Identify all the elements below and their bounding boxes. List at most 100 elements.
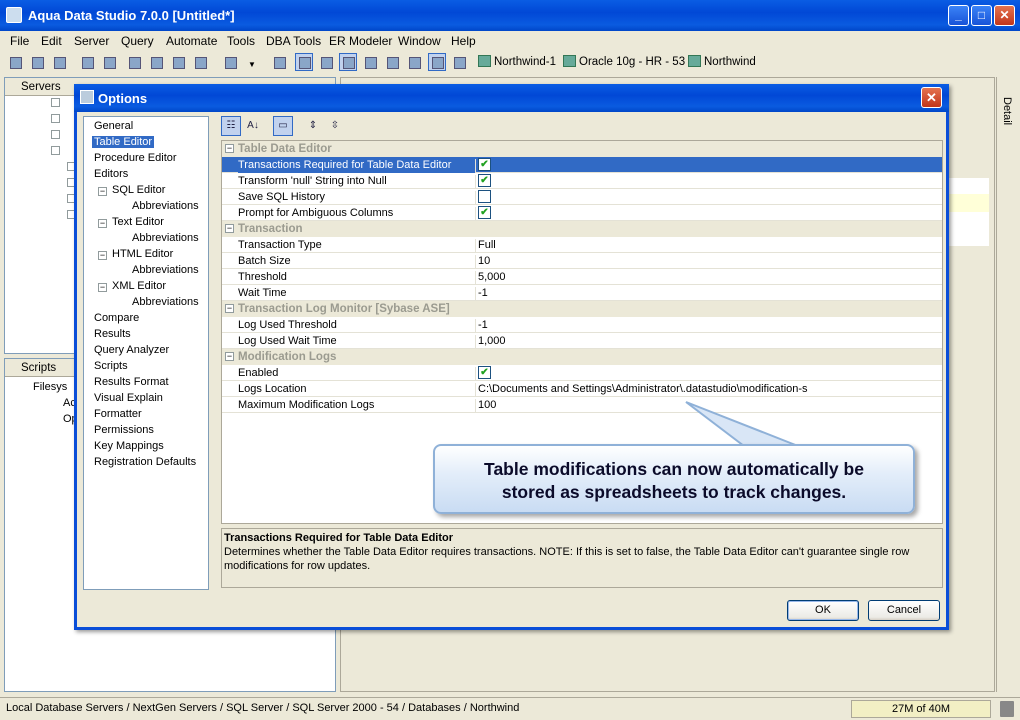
- connection-northwind-1[interactable]: Northwind-1: [478, 55, 556, 68]
- category-collapse-icon[interactable]: −: [225, 144, 234, 153]
- tree-expand-icon[interactable]: [51, 98, 60, 107]
- property-row[interactable]: Log Used Threshold -1: [222, 317, 942, 333]
- nav-item[interactable]: Abbreviations: [130, 232, 201, 244]
- property-value[interactable]: -1: [478, 319, 488, 331]
- nav-item[interactable]: Abbreviations: [130, 264, 201, 276]
- nav-item[interactable]: Formatter: [92, 408, 144, 420]
- property-row[interactable]: Enabled ✔: [222, 365, 942, 381]
- property-category[interactable]: − Table Data Editor: [222, 141, 942, 157]
- tree-expand-icon[interactable]: [51, 114, 60, 123]
- scripts-tree-item[interactable]: Filesys: [33, 381, 67, 393]
- property-value[interactable]: Full: [478, 239, 496, 251]
- nav-item[interactable]: Abbreviations: [130, 200, 201, 212]
- property-category[interactable]: − Transaction Log Monitor [Sybase ASE]: [222, 301, 942, 317]
- property-row[interactable]: Save SQL History: [222, 189, 942, 205]
- menu-query[interactable]: Query: [121, 34, 154, 48]
- text-view-icon[interactable]: [405, 53, 423, 71]
- property-checkbox[interactable]: [478, 190, 491, 203]
- property-row[interactable]: Log Used Wait Time 1,000: [222, 333, 942, 349]
- property-row[interactable]: Prompt for Ambiguous Columns ✔: [222, 205, 942, 221]
- menu-automate[interactable]: Automate: [166, 34, 217, 48]
- description-toggle-icon[interactable]: ▭: [273, 116, 293, 136]
- nav-item[interactable]: Key Mappings: [92, 440, 166, 452]
- property-row[interactable]: Logs Location C:\Documents and Settings\A…: [222, 381, 942, 397]
- tree-collapse-icon[interactable]: −: [98, 219, 107, 228]
- category-collapse-icon[interactable]: −: [225, 352, 234, 361]
- nav-item[interactable]: XML Editor: [110, 280, 168, 292]
- nav-item[interactable]: Query Analyzer: [92, 344, 171, 356]
- nav-item[interactable]: Compare: [92, 312, 141, 324]
- nav-item[interactable]: Editors: [92, 168, 130, 180]
- edit-server-icon[interactable]: [28, 53, 46, 71]
- nav-item[interactable]: Permissions: [92, 424, 156, 436]
- property-checkbox[interactable]: ✔: [478, 366, 491, 379]
- tree-collapse-icon[interactable]: −: [98, 251, 107, 260]
- nav-item[interactable]: General: [92, 120, 135, 132]
- script-icon[interactable]: [191, 53, 209, 71]
- property-row[interactable]: Transaction Type Full: [222, 237, 942, 253]
- nav-item[interactable]: Scripts: [92, 360, 130, 372]
- menu-edit[interactable]: Edit: [41, 34, 62, 48]
- ok-button[interactable]: OK: [787, 600, 859, 621]
- tree-collapse-icon[interactable]: −: [98, 283, 107, 292]
- dialog-title-bar[interactable]: Options ✕: [74, 84, 949, 112]
- menu-dba-tools[interactable]: DBA Tools: [266, 34, 321, 48]
- property-value[interactable]: 10: [478, 255, 490, 267]
- minimize-button[interactable]: _: [948, 5, 969, 26]
- menu-window[interactable]: Window: [398, 34, 441, 48]
- menu-server[interactable]: Server: [74, 34, 109, 48]
- nav-item[interactable]: Procedure Editor: [92, 152, 179, 164]
- compare-icon[interactable]: [147, 53, 165, 71]
- menu-tools[interactable]: Tools: [227, 34, 255, 48]
- cancel-button[interactable]: Cancel: [868, 600, 940, 621]
- print-icon[interactable]: [270, 53, 288, 71]
- tree-expand-icon[interactable]: [51, 146, 60, 155]
- tree-view-icon[interactable]: [339, 53, 357, 71]
- property-row[interactable]: Transform 'null' String into Null ✔: [222, 173, 942, 189]
- find-icon[interactable]: [125, 53, 143, 71]
- panel-view-icon[interactable]: [450, 53, 468, 71]
- property-category[interactable]: − Modification Logs: [222, 349, 942, 365]
- property-row[interactable]: Threshold 5,000: [222, 269, 942, 285]
- nav-item[interactable]: Visual Explain: [92, 392, 165, 404]
- category-collapse-icon[interactable]: −: [225, 224, 234, 233]
- property-checkbox[interactable]: ✔: [478, 174, 491, 187]
- nav-item[interactable]: Registration Defaults: [92, 456, 198, 468]
- nav-item[interactable]: Abbreviations: [130, 296, 201, 308]
- property-value[interactable]: 1,000: [478, 335, 506, 347]
- nav-item[interactable]: Text Editor: [110, 216, 166, 228]
- pivot-view-icon[interactable]: [383, 53, 401, 71]
- table-view-icon[interactable]: [361, 53, 379, 71]
- query-icon[interactable]: [78, 53, 96, 71]
- property-category[interactable]: − Transaction: [222, 221, 942, 237]
- menu-er-modeler[interactable]: ER Modeler: [329, 34, 392, 48]
- close-button[interactable]: ✕: [994, 5, 1015, 26]
- property-row[interactable]: Wait Time -1: [222, 285, 942, 301]
- expand-all-icon[interactable]: ⇕: [303, 116, 323, 136]
- property-value[interactable]: 100: [478, 399, 496, 411]
- grid-view-icon[interactable]: [295, 53, 313, 71]
- chart-view-icon[interactable]: [428, 53, 446, 71]
- property-checkbox[interactable]: ✔: [478, 158, 491, 171]
- property-row[interactable]: Maximum Modification Logs 100: [222, 397, 942, 413]
- property-row[interactable]: Batch Size 10: [222, 253, 942, 269]
- options-icon[interactable]: [221, 53, 239, 71]
- nav-item[interactable]: SQL Editor: [110, 184, 167, 196]
- connect-icon[interactable]: [50, 53, 68, 71]
- main-title-bar[interactable]: Aqua Data Studio 7.0.0 [Untitled*] _ □ ✕: [0, 0, 1020, 31]
- collapse-all-icon[interactable]: ⇳: [325, 116, 345, 136]
- menu-file[interactable]: File: [10, 34, 29, 48]
- maximize-button[interactable]: □: [971, 5, 992, 26]
- nav-item[interactable]: HTML Editor: [110, 248, 175, 260]
- tree-expand-icon[interactable]: [51, 130, 60, 139]
- trash-icon[interactable]: [1000, 701, 1014, 717]
- schema-icon[interactable]: [169, 53, 187, 71]
- detail-tab[interactable]: Detail: [1001, 97, 1013, 125]
- detail-sidebar[interactable]: Detail: [996, 77, 1018, 692]
- menu-help[interactable]: Help: [451, 34, 476, 48]
- sort-alpha-icon[interactable]: A↓: [243, 116, 263, 136]
- property-value[interactable]: -1: [478, 287, 488, 299]
- nav-item[interactable]: Results: [92, 328, 133, 340]
- list-view-icon[interactable]: [317, 53, 335, 71]
- nav-item[interactable]: Results Format: [92, 376, 171, 388]
